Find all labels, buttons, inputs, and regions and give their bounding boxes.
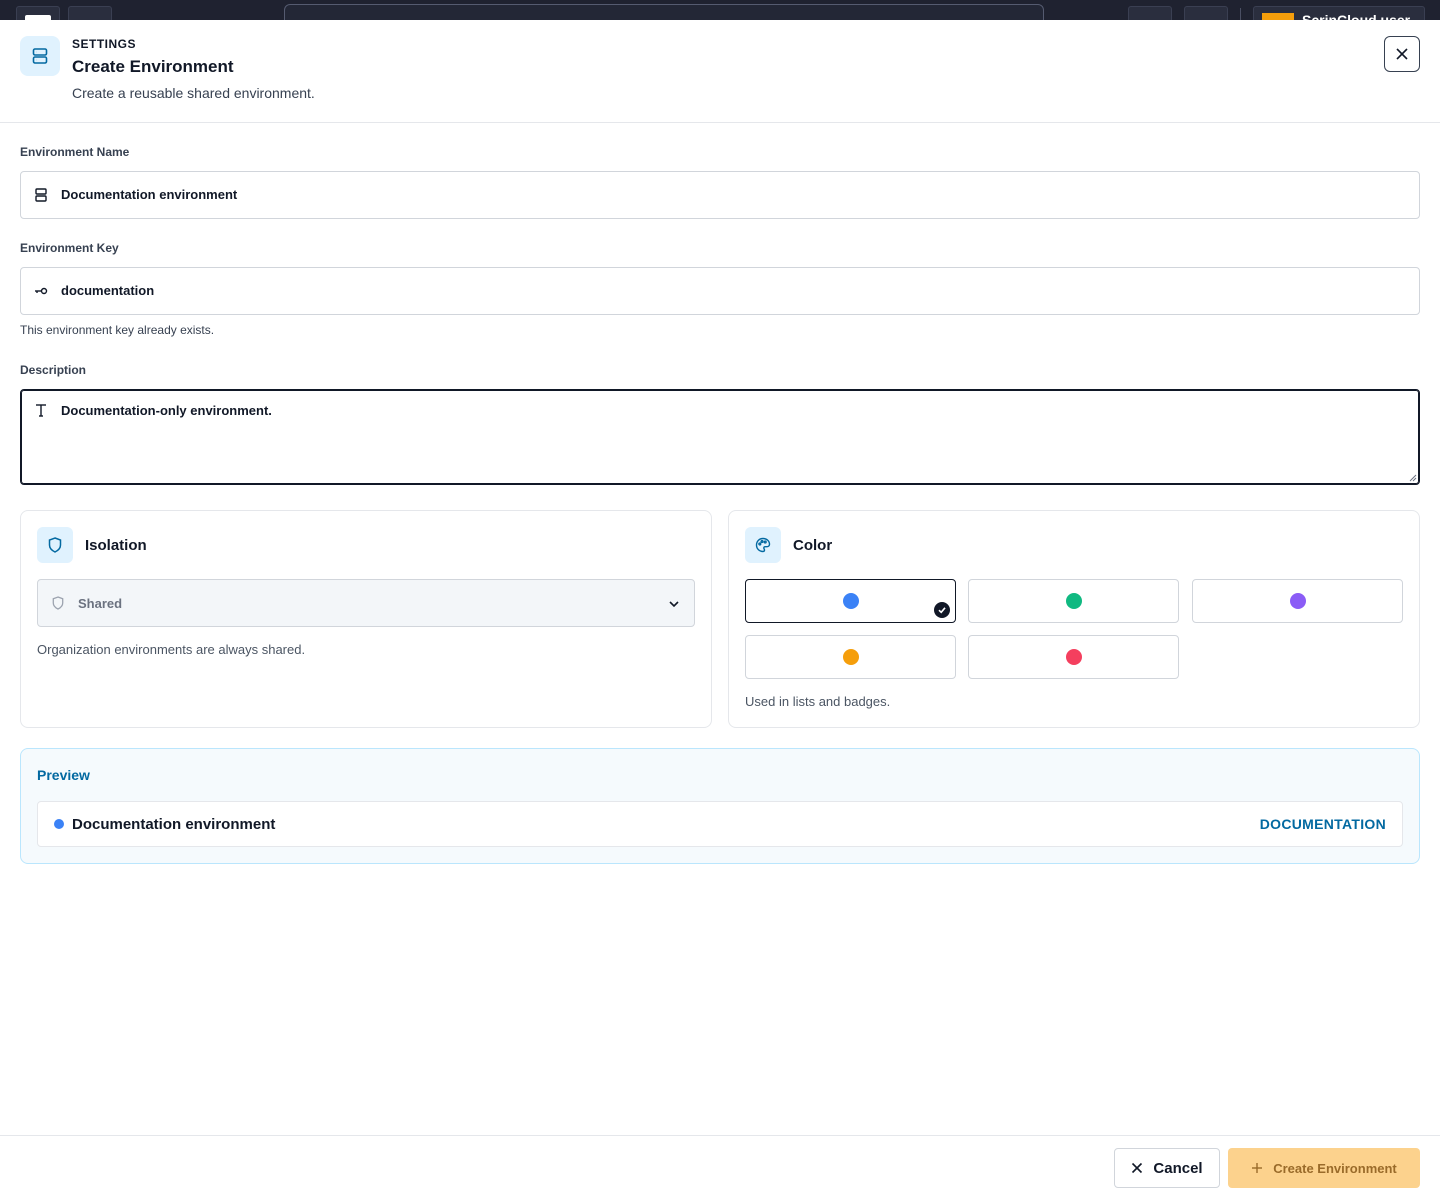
preview-color-dot [54, 819, 64, 829]
text-icon [33, 402, 49, 418]
environment-name-label: Environment Name [20, 145, 130, 159]
key-icon [33, 283, 49, 299]
isolation-card: Isolation Shared Organization environmen… [20, 510, 712, 728]
app-logo[interactable] [16, 6, 60, 20]
create-environment-button[interactable]: Create Environment [1228, 1148, 1420, 1188]
breadcrumb: SETTINGS [72, 37, 137, 51]
close-button[interactable] [1384, 36, 1420, 72]
chevron-down-icon [669, 601, 679, 608]
cancel-label: Cancel [1153, 1159, 1203, 1177]
color-dot [843, 649, 859, 665]
environment-key-input[interactable]: documentation [20, 267, 1420, 315]
description-textarea[interactable]: Documentation-only environment. [20, 389, 1420, 485]
create-environment-label: Create Environment [1273, 1160, 1397, 1176]
topbar-divider [1240, 8, 1241, 20]
color-dot [1066, 593, 1082, 609]
menu-button[interactable] [68, 6, 112, 20]
help-button[interactable] [1184, 6, 1228, 20]
close-icon [1132, 1162, 1143, 1174]
preview-item: Documentation environment DOCUMENTATION [37, 801, 1403, 847]
user-name: ScrinCloud user [1302, 12, 1411, 20]
notifications-button[interactable] [1128, 6, 1172, 20]
environment-key-value: documentation [61, 283, 155, 298]
isolation-hint: Organization environments are always sha… [37, 642, 306, 657]
isolation-selected-value: Shared [78, 596, 123, 611]
close-icon [1396, 48, 1408, 60]
global-search-input[interactable] [284, 4, 1044, 20]
description-value: Documentation-only environment. [61, 403, 272, 418]
shield-icon [37, 527, 73, 563]
palette-icon [745, 527, 781, 563]
check-icon [934, 602, 950, 618]
plus-icon [1252, 1163, 1263, 1173]
color-option-orange[interactable] [745, 635, 956, 679]
environment-name-input[interactable]: Documentation environment [20, 171, 1420, 219]
preview-name: Documentation environment [72, 816, 276, 833]
user-menu-button[interactable]: ScrinCloud user [1253, 6, 1425, 20]
environment-key-error: This environment key already exists. [20, 323, 215, 337]
dialog-header: SETTINGS Create Environment Create a reu… [0, 20, 1440, 123]
dialog-footer: Cancel Create Environment [0, 1135, 1440, 1200]
color-option-green[interactable] [968, 579, 1179, 623]
color-option-red[interactable] [968, 635, 1179, 679]
resize-handle-icon[interactable] [1409, 474, 1417, 482]
isolation-title: Isolation [85, 537, 147, 554]
page-subtitle: Create a reusable shared environment. [72, 85, 315, 101]
server-icon [20, 36, 60, 76]
color-dot [1290, 593, 1306, 609]
isolation-select[interactable]: Shared [37, 579, 695, 627]
color-option-blue[interactable] [745, 579, 956, 623]
color-dot [843, 593, 859, 609]
preview-key-badge: DOCUMENTATION [1259, 816, 1386, 832]
page-title: Create Environment [72, 57, 234, 76]
shield-icon [50, 595, 66, 611]
preview-panel: Preview Documentation environment DOCUME… [20, 748, 1420, 864]
avatar [1262, 13, 1294, 20]
top-app-bar: ScrinCloud user [0, 0, 1440, 20]
color-option-purple[interactable] [1192, 579, 1403, 623]
color-dot [1066, 649, 1082, 665]
description-label: Description [20, 363, 87, 377]
environment-name-value: Documentation environment [61, 187, 238, 202]
environment-key-label: Environment Key [20, 241, 119, 255]
server-icon [33, 187, 49, 203]
preview-title: Preview [37, 767, 90, 783]
color-card: Color Used in lists and badges. [728, 510, 1420, 728]
cancel-button[interactable]: Cancel [1114, 1148, 1220, 1188]
color-hint: Used in lists and badges. [745, 694, 891, 709]
color-title: Color [793, 537, 833, 554]
